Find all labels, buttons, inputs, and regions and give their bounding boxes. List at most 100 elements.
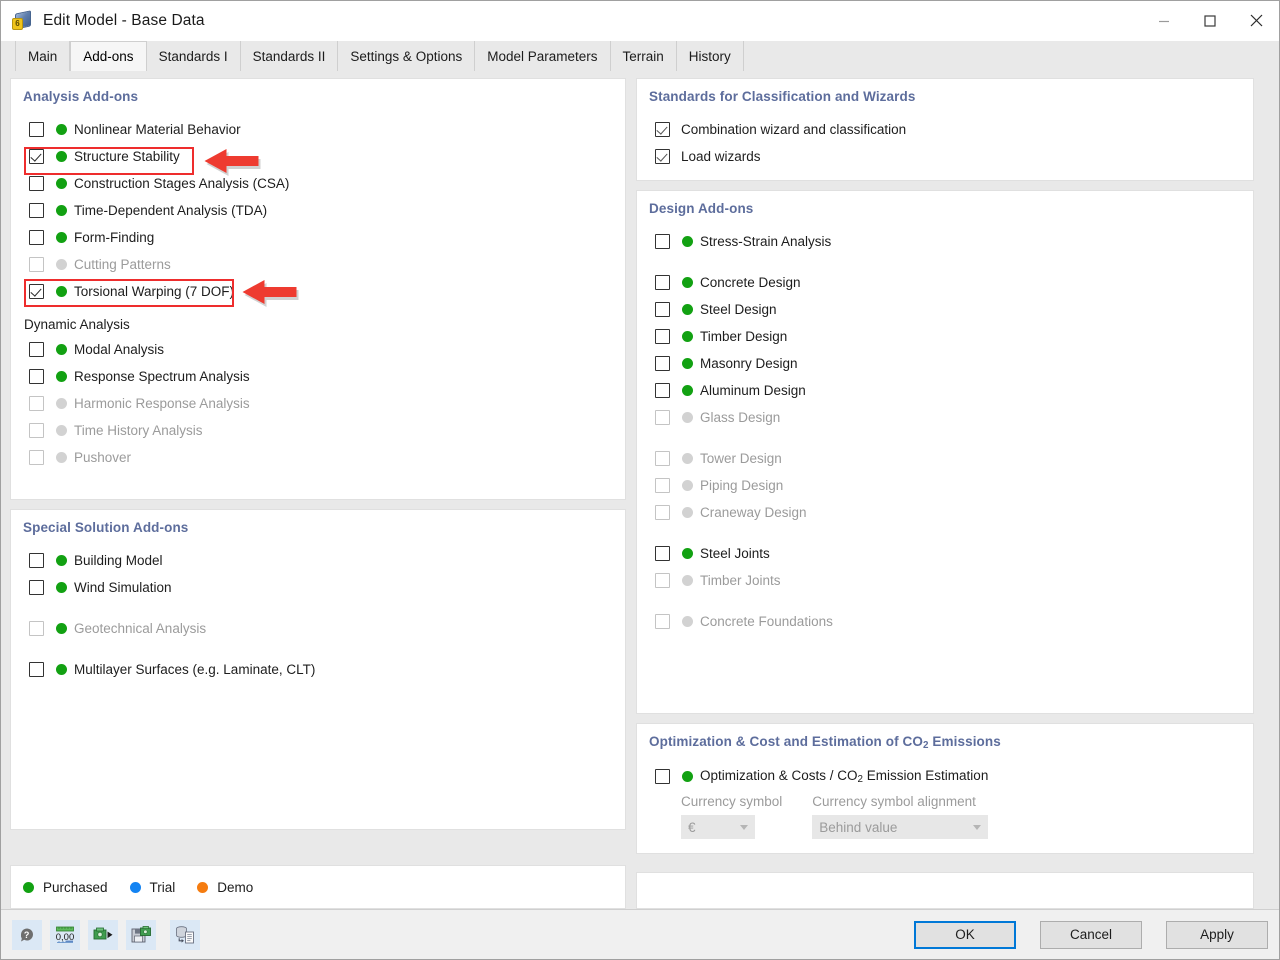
standards-classification-title: Standards for Classification and Wizards (649, 89, 916, 104)
tab-history[interactable]: History (677, 41, 744, 71)
tab-model-parameters[interactable]: Model Parameters (475, 41, 611, 71)
row-timber-design[interactable]: Timber Design (649, 323, 1241, 350)
row-glass-design: Glass Design (649, 404, 1241, 431)
row-nonlinear-material-behavior[interactable]: Nonlinear Material Behavior (23, 116, 613, 143)
tab-add-ons[interactable]: Add-ons (70, 41, 147, 71)
save-defaults-icon[interactable] (126, 919, 156, 950)
row-structure-stability[interactable]: Structure Stability (23, 143, 613, 170)
optimization-title-suffix: Emissions (928, 734, 1001, 749)
row-form-finding[interactable]: Form-Finding (23, 224, 613, 251)
status-dot-grey-icon (682, 412, 693, 423)
analysis-add-ons-panel: Analysis Add-ons Nonlinear Material Beha… (10, 78, 626, 500)
optimization-label-prefix: Optimization & Costs / CO (700, 768, 858, 784)
checkbox-response-spectrum-analysis[interactable] (29, 369, 44, 384)
import-defaults-icon[interactable] (88, 919, 118, 950)
checkbox-modal-analysis[interactable] (29, 342, 44, 357)
row-response-spectrum-analysis[interactable]: Response Spectrum Analysis (23, 363, 613, 390)
checkbox-optimization-costs[interactable] (655, 769, 670, 785)
row-construction-stages-analysis[interactable]: Construction Stages Analysis (CSA) (23, 170, 613, 197)
standards-classification-panel: Standards for Classification and Wizards… (636, 78, 1254, 181)
database-export-icon[interactable] (170, 919, 200, 950)
status-dot-green-icon (682, 771, 693, 783)
label-concrete-foundations: Concrete Foundations (700, 614, 833, 629)
currency-symbol-value: € (688, 819, 696, 835)
row-building-model[interactable]: Building Model (23, 547, 613, 574)
row-steel-design[interactable]: Steel Design (649, 296, 1241, 323)
row-steel-joints[interactable]: Steel Joints (649, 540, 1241, 567)
row-combination-wizard[interactable]: Combination wizard and classification (649, 116, 1241, 143)
checkbox-aluminum-design[interactable] (655, 383, 670, 398)
legend-label-purchased: Purchased (43, 879, 108, 895)
checkbox-combination-wizard[interactable] (655, 122, 670, 137)
maximize-icon[interactable] (1187, 0, 1233, 41)
row-time-history-analysis: Time History Analysis (23, 417, 613, 444)
label-multilayer-surfaces: Multilayer Surfaces (e.g. Laminate, CLT) (74, 662, 316, 677)
label-aluminum-design: Aluminum Design (700, 383, 806, 398)
row-time-dependent-analysis[interactable]: Time-Dependent Analysis (TDA) (23, 197, 613, 224)
checkbox-torsional-warping[interactable] (29, 284, 44, 299)
row-modal-analysis[interactable]: Modal Analysis (23, 336, 613, 363)
checkbox-timber-design[interactable] (655, 329, 670, 344)
currency-alignment-field: Currency symbol alignment Behind value (812, 794, 989, 840)
label-steel-joints: Steel Joints (700, 546, 770, 561)
checkbox-wind-simulation[interactable] (29, 580, 44, 595)
row-multilayer-surfaces[interactable]: Multilayer Surfaces (e.g. Laminate, CLT) (23, 656, 613, 683)
analysis-add-ons-title: Analysis Add-ons (23, 89, 139, 104)
row-wind-simulation[interactable]: Wind Simulation (23, 574, 613, 601)
tab-settings-options[interactable]: Settings & Options (338, 41, 476, 71)
row-pushover: Pushover (23, 444, 613, 471)
design-add-ons-panel: Design Add-ons Stress-Strain Analysis Co… (636, 190, 1254, 714)
checkbox-multilayer-surfaces[interactable] (29, 662, 44, 677)
currency-settings: Currency symbol € Currency symbol alignm… (681, 794, 1241, 840)
row-load-wizards[interactable]: Load wizards (649, 143, 1241, 170)
checkbox-concrete-foundations (655, 614, 670, 629)
units-decimal-places-icon[interactable]: 0,00 (50, 919, 80, 950)
checkbox-time-dependent-analysis[interactable] (29, 203, 44, 218)
row-torsional-warping[interactable]: Torsional Warping (7 DOF) (23, 278, 613, 305)
checkbox-steel-design[interactable] (655, 302, 670, 317)
row-geotechnical-analysis: Geotechnical Analysis (23, 615, 613, 642)
checkbox-nonlinear-material-behavior[interactable] (29, 122, 44, 137)
row-stress-strain-analysis[interactable]: Stress-Strain Analysis (649, 228, 1241, 255)
apply-button[interactable]: Apply (1166, 920, 1268, 949)
row-optimization-costs[interactable]: Optimization & Costs / CO2 Emission Esti… (649, 763, 1241, 790)
checkbox-steel-joints[interactable] (655, 546, 670, 561)
currency-alignment-select[interactable]: Behind value (812, 815, 989, 840)
cancel-button[interactable]: Cancel (1040, 920, 1142, 949)
checkbox-construction-stages-analysis[interactable] (29, 176, 44, 191)
row-concrete-design[interactable]: Concrete Design (649, 269, 1241, 296)
label-time-dependent-analysis: Time-Dependent Analysis (TDA) (74, 203, 268, 218)
row-harmonic-response-analysis: Harmonic Response Analysis (23, 390, 613, 417)
label-concrete-design: Concrete Design (700, 275, 801, 290)
ok-button[interactable]: OK (914, 920, 1016, 949)
tab-terrain[interactable]: Terrain (611, 41, 677, 71)
checkbox-stress-strain-analysis[interactable] (655, 234, 670, 249)
status-dot-green-icon (682, 358, 693, 369)
tab-standards-ii[interactable]: Standards II (241, 41, 339, 71)
special-solution-add-ons-panel: Special Solution Add-ons Building Model … (10, 509, 626, 830)
label-building-model: Building Model (74, 553, 163, 568)
window-controls (1141, 0, 1279, 41)
tab-standards-i[interactable]: Standards I (147, 41, 241, 71)
row-piping-design: Piping Design (649, 472, 1241, 499)
checkbox-concrete-design[interactable] (655, 275, 670, 290)
chevron-down-icon (740, 824, 748, 830)
status-dot-green-icon (56, 232, 67, 243)
checkbox-harmonic-response-analysis (29, 396, 44, 411)
checkbox-masonry-design[interactable] (655, 356, 670, 371)
label-tower-design: Tower Design (700, 451, 782, 466)
tab-main[interactable]: Main (15, 41, 71, 71)
row-aluminum-design[interactable]: Aluminum Design (649, 377, 1241, 404)
checkbox-tower-design (655, 451, 670, 466)
close-icon[interactable] (1233, 0, 1279, 41)
checkbox-structure-stability[interactable] (29, 149, 44, 164)
checkbox-load-wizards[interactable] (655, 149, 670, 164)
checkbox-form-finding[interactable] (29, 230, 44, 245)
minimize-icon[interactable] (1141, 0, 1187, 41)
dynamic-analysis-subtitle: Dynamic Analysis (24, 317, 130, 332)
row-masonry-design[interactable]: Masonry Design (649, 350, 1241, 377)
tab-strip: Main Add-ons Standards I Standards II Se… (1, 41, 1279, 71)
currency-symbol-select[interactable]: € (681, 815, 755, 840)
checkbox-building-model[interactable] (29, 553, 44, 568)
help-info-icon[interactable]: ? (12, 919, 42, 950)
